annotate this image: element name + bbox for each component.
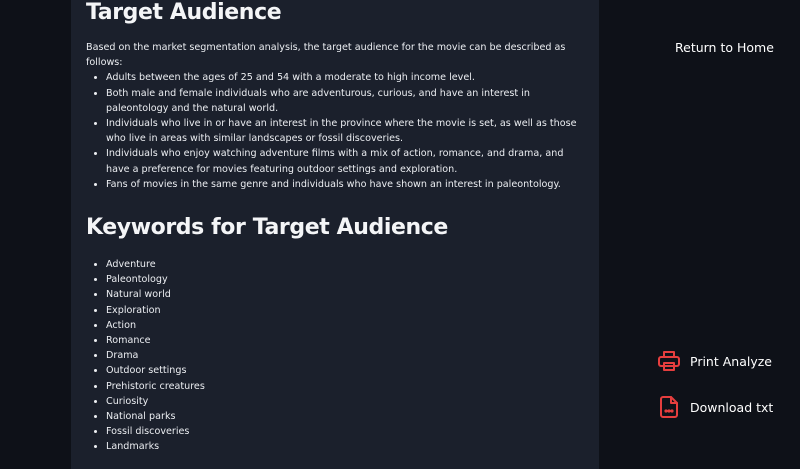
keyword-item: Action bbox=[106, 318, 585, 333]
keyword-item: Fossil discoveries bbox=[106, 424, 585, 439]
page: Target Audience Based on the market segm… bbox=[0, 0, 800, 469]
keywords-list: Adventure Paleontology Natural world Exp… bbox=[86, 257, 585, 455]
list-item: Both male and female individuals who are… bbox=[106, 86, 585, 116]
return-to-home-link[interactable]: Return to Home bbox=[675, 40, 774, 55]
print-analyze-label: Print Analyze bbox=[690, 353, 772, 369]
printer-icon bbox=[657, 349, 681, 373]
target-audience-list: Adults between the ages of 25 and 54 wit… bbox=[86, 70, 585, 192]
keyword-item: Paleontology bbox=[106, 272, 585, 287]
download-txt-label: Download txt bbox=[690, 399, 774, 415]
keyword-item: Landmarks bbox=[106, 439, 585, 454]
keyword-item: National parks bbox=[106, 409, 585, 424]
print-analyze-button[interactable]: Print Analyze bbox=[657, 349, 772, 373]
sidebar: Return to Home Print Analyze Download tx… bbox=[600, 0, 800, 469]
keyword-item: Romance bbox=[106, 333, 585, 348]
text-file-icon bbox=[657, 395, 681, 419]
keyword-item: Exploration bbox=[106, 303, 585, 318]
keyword-item: Curiosity bbox=[106, 394, 585, 409]
keyword-item: Prehistoric creatures bbox=[106, 379, 585, 394]
keyword-item: Outdoor settings bbox=[106, 363, 585, 378]
list-item: Fans of movies in the same genre and ind… bbox=[106, 177, 585, 192]
analysis-panel: Target Audience Based on the market segm… bbox=[71, 0, 599, 469]
list-item: Adults between the ages of 25 and 54 wit… bbox=[106, 70, 585, 85]
analysis-content: Target Audience Based on the market segm… bbox=[71, 0, 599, 455]
target-audience-heading: Target Audience bbox=[86, 0, 282, 25]
download-txt-button[interactable]: Download txt bbox=[657, 395, 773, 419]
keyword-item: Drama bbox=[106, 348, 585, 363]
list-item: Individuals who enjoy watching adventure… bbox=[106, 146, 585, 176]
keyword-item: Adventure bbox=[106, 257, 585, 272]
keyword-item: Natural world bbox=[106, 287, 585, 302]
target-audience-intro: Based on the market segmentation analysi… bbox=[86, 42, 566, 69]
list-item: Individuals who live in or have an inter… bbox=[106, 116, 585, 146]
keywords-heading: Keywords for Target Audience bbox=[86, 215, 448, 241]
